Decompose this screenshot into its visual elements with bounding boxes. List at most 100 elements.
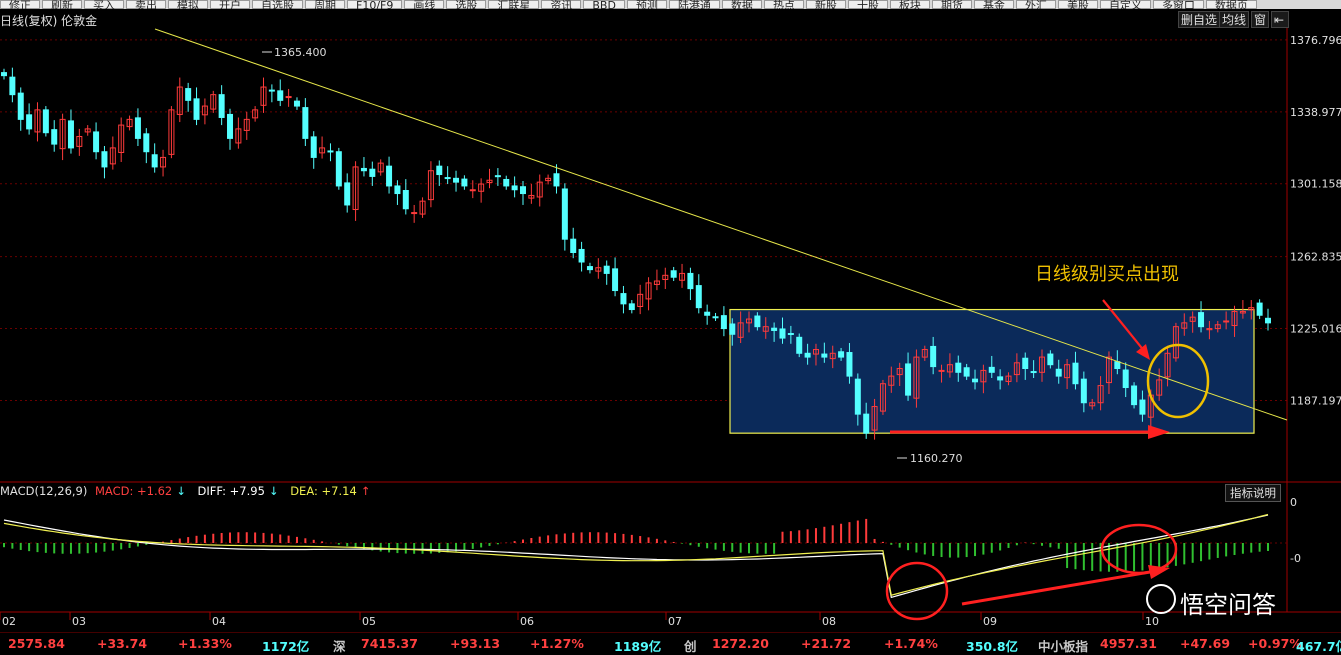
y-tick-label: 1376.796: [1290, 34, 1341, 47]
candle-body: [335, 151, 342, 187]
candle-body: [519, 186, 526, 195]
window-button[interactable]: 窗: [1251, 11, 1270, 28]
candle-body: [854, 378, 861, 415]
y-tick-label: 1301.158: [1290, 178, 1341, 191]
candle-body: [143, 133, 150, 153]
candle-body: [494, 175, 501, 178]
zx-pct: +0.97%: [1248, 636, 1302, 651]
x-tick-label: 05: [362, 615, 376, 628]
candle-body: [821, 353, 828, 358]
zx-value: 4957.31: [1100, 636, 1157, 651]
sh-change: +33.74: [97, 636, 148, 651]
candle-body: [846, 352, 853, 377]
moving-average-button[interactable]: 均线: [1219, 11, 1250, 28]
y-tick-label: 1225.016: [1290, 323, 1341, 336]
candle-body: [729, 323, 736, 335]
candle-body: [1265, 317, 1271, 324]
x-tick-label: 06: [520, 615, 534, 628]
watermark: 悟空问答: [1180, 591, 1276, 619]
candle-body: [997, 376, 1004, 381]
candle-body: [1022, 357, 1029, 370]
sz-value: 7415.37: [361, 636, 418, 651]
zx-label: 中小板指: [1038, 639, 1089, 654]
cy-change: +21.72: [801, 636, 852, 651]
y-tick-label: 1338.977: [1290, 106, 1341, 119]
sz-pct: +1.27%: [530, 636, 584, 651]
candle-body: [628, 303, 635, 311]
candle-body: [955, 362, 962, 373]
macd-value: MACD: +1.62 ↓: [95, 484, 190, 498]
candle-body: [553, 173, 560, 187]
candle-body: [101, 151, 108, 168]
candle-body: [578, 248, 585, 263]
candle-body: [1080, 378, 1087, 404]
macd-text: MACD: +1.62: [95, 484, 173, 498]
candle-body: [268, 89, 275, 92]
cy-value: 1272.20: [712, 636, 769, 651]
candle-body: [394, 185, 401, 195]
candle-body: [503, 178, 510, 187]
candle-body: [26, 114, 33, 130]
candle-body: [612, 268, 619, 292]
chart-title: 日线(复权) 伦敦金: [0, 14, 98, 28]
zx-change: +47.69: [1180, 636, 1231, 651]
candle-body: [1047, 353, 1054, 366]
status-bar: 2575.84 +33.74 +1.33% 1172亿 深 7415.37 +9…: [0, 632, 1341, 655]
candle-body: [712, 316, 719, 319]
candle-body: [570, 238, 577, 253]
zx-vol: 467.7亿: [1296, 639, 1341, 654]
sz-label: 深: [333, 639, 346, 654]
candle-body: [51, 129, 58, 145]
candle-body: [603, 265, 610, 274]
candle-body: [9, 76, 16, 96]
cy-label: 创: [684, 639, 697, 654]
sz-change: +93.13: [450, 636, 501, 651]
candle-body: [720, 315, 727, 330]
candle-body: [905, 363, 912, 396]
diff-arrow: ↓: [268, 484, 279, 498]
x-tick-label: 04: [212, 615, 226, 628]
candle-body: [151, 154, 158, 168]
candle-body: [704, 311, 711, 316]
high-label: 1365.400: [274, 46, 327, 59]
candle-body: [863, 413, 870, 434]
candle-body: [285, 96, 292, 99]
candle-body: [1, 72, 7, 77]
candle-body: [1198, 312, 1205, 328]
candle-body: [185, 88, 192, 101]
x-tick-label: 10: [1145, 615, 1159, 628]
candle-body: [838, 351, 845, 358]
candle-body: [620, 293, 627, 305]
dea-text: DEA: +7.14: [290, 484, 357, 498]
candle-body: [42, 109, 49, 134]
candle-body: [1256, 302, 1263, 316]
sz-vol: 1189亿: [614, 639, 662, 654]
candle-body: [687, 272, 694, 290]
indicator-explain-button[interactable]: 指标说明: [1225, 484, 1281, 502]
candle-body: [134, 117, 141, 139]
dea-arrow: ↑: [360, 484, 371, 498]
macd-tick: -0: [1290, 552, 1301, 565]
candle-body: [218, 94, 225, 118]
diff-value: DIFF: +7.95 ↓: [198, 484, 283, 498]
candle-body: [695, 285, 702, 309]
candle-body: [796, 336, 803, 354]
cy-vol: 350.8亿: [966, 639, 1019, 654]
sh-vol: 1172亿: [262, 639, 310, 654]
candle-body: [1139, 399, 1146, 415]
macd-cross-circle: [1100, 523, 1178, 575]
candle-body: [930, 345, 937, 368]
candle-body: [310, 136, 317, 158]
expand-icon[interactable]: ⇤: [1271, 11, 1289, 28]
candle-body: [586, 266, 593, 271]
y-tick-label: 1187.197: [1290, 394, 1341, 407]
candle-body: [402, 190, 409, 210]
candle-body: [344, 182, 351, 206]
delete-favorite-button[interactable]: 删自选: [1178, 11, 1221, 28]
candle-body: [444, 177, 451, 180]
y-tick-label: 1262.835: [1290, 251, 1341, 264]
x-tick-label: 07: [668, 615, 682, 628]
macd-arrow: ↓: [176, 484, 186, 498]
candle-body: [670, 270, 677, 278]
candle-body: [93, 131, 100, 153]
